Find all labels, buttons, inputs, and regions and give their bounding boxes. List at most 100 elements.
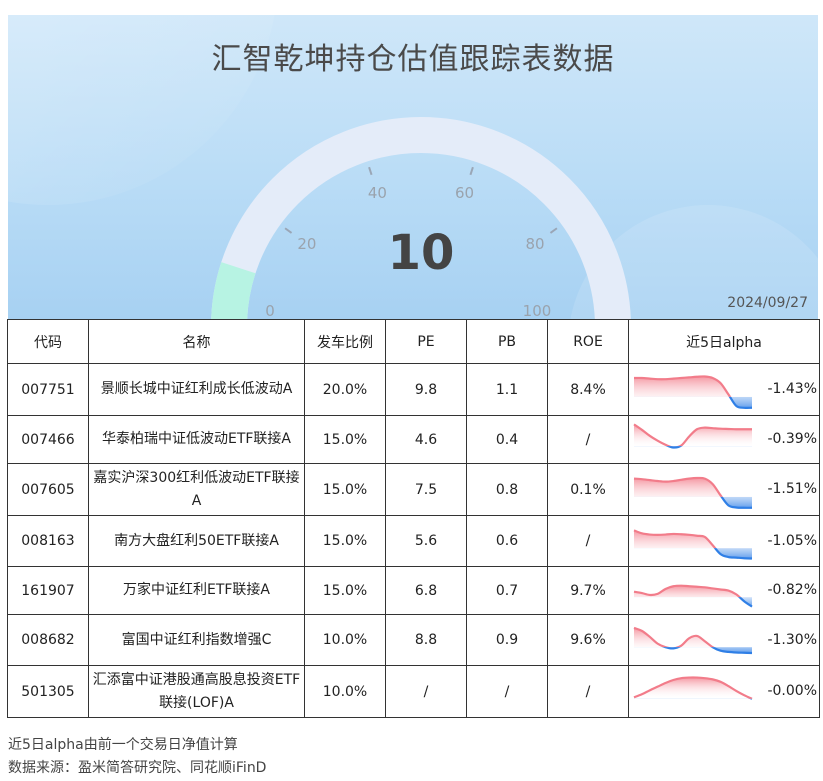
column-header-roe: ROE xyxy=(547,319,629,364)
sparkline-positive-area xyxy=(634,676,752,699)
fund-code-cell: 007751 xyxy=(7,363,89,416)
roe-cell: / xyxy=(547,515,629,567)
ratio-cell: 15.0% xyxy=(304,463,386,516)
alpha-cell: -1.30% xyxy=(628,614,820,666)
pb-cell: 1.1 xyxy=(466,363,548,416)
pe-cell: 4.6 xyxy=(385,415,467,464)
pe-cell: 5.6 xyxy=(385,515,467,567)
fund-name-cell: 富国中证红利指数增强C xyxy=(88,614,305,666)
gauge-tick-label: 100 xyxy=(523,302,552,319)
alpha-sparkline-wrapper: -0.82% xyxy=(629,568,819,614)
roe-cell: 9.6% xyxy=(547,614,629,666)
ratio-cell: 15.0% xyxy=(304,566,386,615)
date-label: 2024/09/27 xyxy=(727,295,808,311)
fund-name-cell: 华泰柏瑞中证低波动ETF联接A xyxy=(88,415,305,464)
gauge-tick-label: 0 xyxy=(265,302,275,319)
table-row: 007466 华泰柏瑞中证低波动ETF联接A 15.0% 4.6 0.4/ -0.39% xyxy=(7,415,820,464)
page-title: 汇智乾坤持仓估值跟踪表数据 xyxy=(211,42,615,77)
footnote-source: 数据来源：盈米简答研究院、同花顺iFinD xyxy=(8,760,267,776)
alpha-sparkline xyxy=(633,584,753,608)
alpha-value: -1.51% xyxy=(767,480,817,497)
column-header-code: 代码 xyxy=(7,319,89,364)
column-header-pb: PB xyxy=(466,319,548,364)
alpha-value: -0.00% xyxy=(767,682,817,699)
gauge-tick-label: 80 xyxy=(526,235,545,253)
sparkline-positive-area xyxy=(634,585,752,597)
gauge-tick-mark xyxy=(549,227,558,234)
table-row: 008163 南方大盘红利50ETF联接A 15.0% 5.6 0.6/ -1.05% xyxy=(7,515,820,567)
holdings-table: 代码 名称 发车比例 PE PB ROE 近5日alpha 007751 景顺长城… xyxy=(7,319,820,718)
alpha-sparkline-wrapper: -1.30% xyxy=(629,616,819,665)
alpha-sparkline xyxy=(633,675,753,700)
alpha-cell: -1.05% xyxy=(628,515,820,567)
pe-cell: 8.8 xyxy=(385,614,467,666)
fund-code-cell: 161907 xyxy=(7,566,89,615)
ratio-cell: 15.0% xyxy=(304,515,386,567)
fund-code-cell: 007466 xyxy=(7,415,89,464)
alpha-cell: -0.39% xyxy=(628,415,820,464)
ratio-cell: 10.0% xyxy=(304,614,386,666)
table-row: 007605 嘉实沪深300红利低波动ETF联接A 15.0% 7.5 0.8 0.1% -… xyxy=(7,463,820,516)
fund-code-cell: 008163 xyxy=(7,515,89,567)
fund-code-cell: 007605 xyxy=(7,463,89,516)
roe-cell: / xyxy=(547,415,629,464)
gauge-header: 0 20 40 60 80 100 10 汇智乾坤持仓估值跟踪表数据 2024/09/27 xyxy=(8,15,818,319)
pb-cell: 0.4 xyxy=(466,415,548,464)
gauge-fill xyxy=(211,262,256,319)
alpha-sparkline-wrapper: -0.00% xyxy=(629,667,819,717)
fund-name-cell: 嘉实沪深300红利低波动ETF联接A xyxy=(88,463,305,516)
alpha-value: -0.39% xyxy=(767,430,817,447)
footnote-alpha: 近5日alpha由前一个交易日净值计算 xyxy=(8,737,238,753)
alpha-value: -1.05% xyxy=(767,532,817,549)
table-row: 007751 景顺长城中证红利成长低波动A 20.0% 9.8 1.1 8.4% -1.43… xyxy=(7,363,820,416)
alpha-cell: -0.82% xyxy=(628,566,820,615)
pe-cell: 7.5 xyxy=(385,463,467,516)
gauge-tick-mark xyxy=(368,166,373,176)
pb-cell: 0.7 xyxy=(466,566,548,615)
pb-cell: 0.9 xyxy=(466,614,548,666)
gauge-tick-mark xyxy=(284,227,293,234)
roe-cell: / xyxy=(547,665,629,718)
fund-code-cell: 008682 xyxy=(7,614,89,666)
alpha-sparkline xyxy=(633,422,752,449)
roe-cell: 0.1% xyxy=(547,463,629,516)
pb-cell: 0.8 xyxy=(466,463,548,516)
alpha-value: -0.82% xyxy=(767,581,817,598)
pe-cell: 9.8 xyxy=(385,363,467,416)
alpha-sparkline xyxy=(633,374,753,409)
fund-name-cell: 汇添富中证港股通高股息投资ETF联接(LOF)A xyxy=(88,665,305,718)
footnotes: 近5日alpha由前一个交易日净值计算 数据来源：盈米简答研究院、同花顺iFin… xyxy=(8,734,266,780)
alpha-sparkline-wrapper: -1.51% xyxy=(629,465,819,515)
table-row: 501305 汇添富中证港股通高股息投资ETF联接(LOF)A 10.0% / / / -0… xyxy=(7,665,820,718)
alpha-sparkline-wrapper: -0.39% xyxy=(629,417,819,463)
gauge-value: 10 xyxy=(388,225,455,281)
roe-cell: 9.7% xyxy=(547,566,629,615)
gauge-tick-mark xyxy=(469,166,474,176)
fund-name-cell: 南方大盘红利50ETF联接A xyxy=(88,515,305,567)
alpha-sparkline-wrapper: -1.43% xyxy=(629,365,819,415)
column-header-ratio: 发车比例 xyxy=(304,319,386,364)
ratio-cell: 20.0% xyxy=(304,363,386,416)
fund-name-cell: 景顺长城中证红利成长低波动A xyxy=(88,363,305,416)
ratio-cell: 10.0% xyxy=(304,665,386,718)
alpha-sparkline-wrapper: -1.05% xyxy=(629,517,819,566)
table-header: 代码 名称 发车比例 PE PB ROE 近5日alpha xyxy=(7,319,820,364)
alpha-cell: -1.43% xyxy=(628,363,820,416)
table-row: 008682 富国中证红利指数增强C 10.0% 8.8 0.9 9.6% -1.30% xyxy=(7,614,820,666)
gauge-tick-label: 20 xyxy=(297,235,316,253)
alpha-cell: -0.00% xyxy=(628,665,820,718)
pe-cell: 6.8 xyxy=(385,566,467,615)
alpha-sparkline xyxy=(633,528,753,560)
fund-name-cell: 万家中证红利ETF联接A xyxy=(88,566,305,615)
fund-code-cell: 501305 xyxy=(7,665,89,718)
pe-cell: / xyxy=(385,665,467,718)
alpha-value: -1.43% xyxy=(767,380,817,397)
column-header-name: 名称 xyxy=(88,319,305,364)
table-row: 161907 万家中证红利ETF联接A 15.0% 6.8 0.7 9.7% -0.82% xyxy=(7,566,820,615)
pb-cell: 0.6 xyxy=(466,515,548,567)
alpha-value: -1.30% xyxy=(767,631,817,648)
ratio-cell: 15.0% xyxy=(304,415,386,464)
alpha-cell: -1.51% xyxy=(628,463,820,516)
pb-cell: / xyxy=(466,665,548,718)
gauge-tick-label: 40 xyxy=(368,184,387,202)
